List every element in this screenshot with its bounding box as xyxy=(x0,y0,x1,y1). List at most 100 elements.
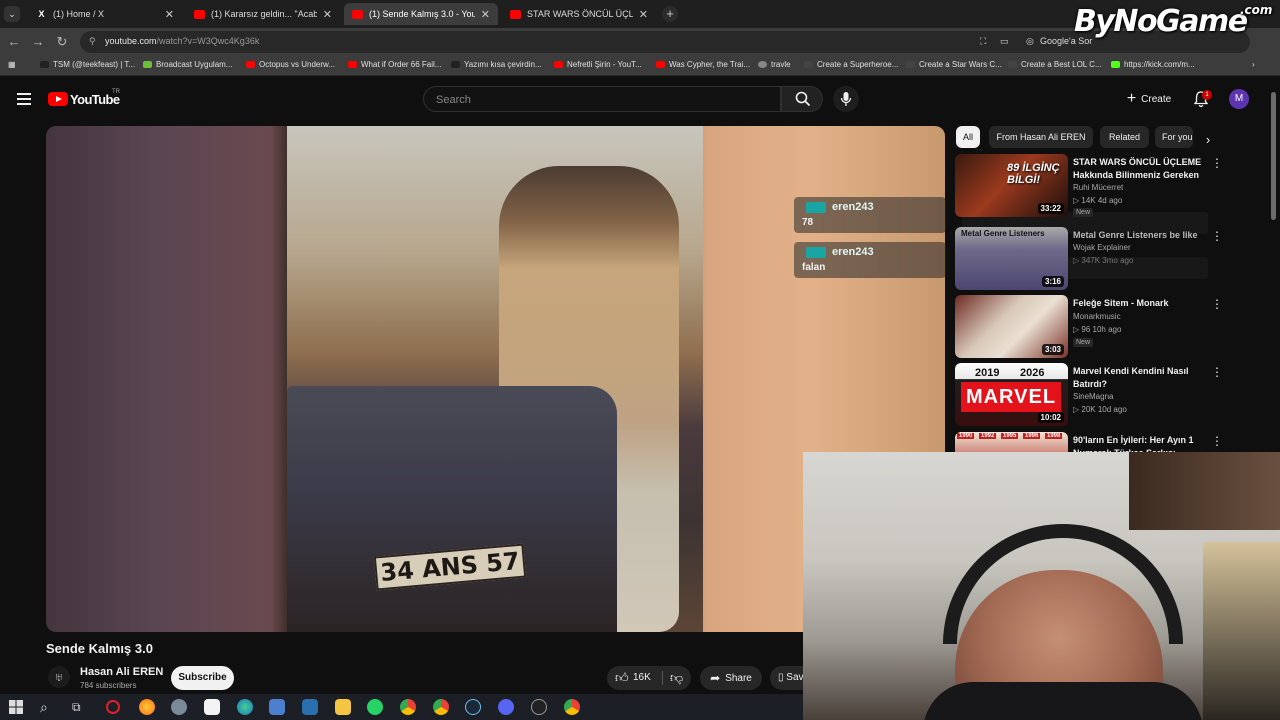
webcam-streamer-shirt xyxy=(923,682,1203,720)
task-view-icon[interactable]: ⧉ xyxy=(72,699,88,715)
video-frame-photo: 34 ANS 57 xyxy=(287,126,703,632)
chip-related[interactable]: Related xyxy=(1100,126,1149,148)
chip-all[interactable]: All xyxy=(956,126,981,148)
video-thumbnail[interactable]: Metal Genre Listeners 3:16 xyxy=(955,227,1068,290)
bookmark-item[interactable]: Nefretli Şirin - YouT... xyxy=(554,60,642,69)
browser-tab-star-wars[interactable]: STAR WARS ÖNCÜL ÜÇLEME H ✕ xyxy=(502,3,656,25)
bookmark-label: What if Order 66 Fail... xyxy=(361,60,442,69)
recommendation-item[interactable]: 2019 2026 MARVEL 10:02 Marvel Kendi Kend… xyxy=(955,363,1225,427)
search-button[interactable] xyxy=(781,86,823,112)
recommendation-title[interactable]: Metal Genre Listeners be like xyxy=(1073,229,1209,242)
taskbar-search-icon[interactable]: ⌕ xyxy=(40,699,56,715)
bookmark-item[interactable]: https://kick.com/m... xyxy=(1111,60,1195,69)
like-count[interactable]: 16K xyxy=(633,672,651,683)
recommendation-item[interactable]: 89 İLGİNÇ BİLGİ! 33:22 STAR WARS ÖNCÜL Ü… xyxy=(955,154,1225,218)
recommendation-item[interactable]: 1990 1992 1995 1996 1998 90'ların En İyi… xyxy=(955,432,1225,452)
voice-search-button[interactable] xyxy=(833,86,859,112)
edge-icon[interactable] xyxy=(237,699,253,715)
opera-icon[interactable] xyxy=(106,700,120,714)
share-button[interactable]: ➦ Share xyxy=(700,666,762,690)
recommendation-title[interactable]: STAR WARS ÖNCÜL ÜÇLEME Hakkında Bilinmen… xyxy=(1073,156,1209,183)
more-options-icon[interactable]: ⋮ xyxy=(1211,434,1223,448)
tab-title: (1) Kararsız geldin... "Acaba ne y xyxy=(211,9,317,19)
more-options-icon[interactable]: ⋮ xyxy=(1211,156,1223,170)
menu-icon[interactable] xyxy=(17,93,31,108)
chrome-icon[interactable] xyxy=(400,699,416,715)
tab-close-icon[interactable]: ✕ xyxy=(165,8,174,21)
thumbs-down-icon[interactable]: 👎︎ xyxy=(670,670,683,686)
more-options-icon[interactable]: ⋮ xyxy=(1211,229,1223,243)
video-thumbnail[interactable]: 89 İLGİNÇ BİLGİ! 33:22 xyxy=(955,154,1068,217)
video-thumbnail[interactable]: 3:03 xyxy=(955,295,1068,358)
chrome-icon[interactable] xyxy=(433,699,449,715)
browser-tab-sende-kalmis[interactable]: (1) Sende Kalmış 3.0 - YouTube ✕ xyxy=(344,3,498,25)
reload-icon[interactable]: ↻ xyxy=(54,34,70,50)
browser-tab-kararsiz[interactable]: (1) Kararsız geldin... "Acaba ne y ✕ xyxy=(186,3,340,25)
file-explorer-icon[interactable] xyxy=(335,699,351,715)
bookmark-item[interactable]: Yazımı kısa çevirdin... xyxy=(451,60,542,69)
bookmark-item[interactable]: Create a Star Wars C... xyxy=(906,60,1002,69)
bookmark-label: Create a Best LOL C... xyxy=(1021,60,1102,69)
more-options-icon[interactable]: ⋮ xyxy=(1211,365,1223,379)
site-info-icon[interactable]: ⚲ xyxy=(89,36,96,47)
channel-name[interactable]: Hasan Ali EREN xyxy=(80,666,163,678)
firefox-icon[interactable] xyxy=(139,699,155,715)
browser-tab-x[interactable]: X (1) Home / X ✕ xyxy=(28,3,182,25)
app-icon[interactable] xyxy=(269,699,285,715)
page-scrollbar[interactable] xyxy=(1271,92,1276,220)
tab-close-icon[interactable]: ✕ xyxy=(481,8,490,21)
microsoft-store-icon[interactable] xyxy=(204,699,220,715)
chip-for-you[interactable]: For you xyxy=(1155,126,1193,148)
notification-count-badge: 1 xyxy=(1202,90,1212,100)
bookmark-item[interactable]: TSM (@teekfeast) | T... xyxy=(40,60,135,69)
channel-avatar[interactable]: ♅ xyxy=(48,666,70,688)
apps-grid-icon[interactable]: ▦ xyxy=(8,60,16,69)
youtube-logo-icon[interactable] xyxy=(48,92,68,106)
bookmark-item[interactable]: What if Order 66 Fail... xyxy=(348,60,441,69)
like-divider xyxy=(662,671,663,685)
bookmark-item[interactable]: Create a Best LOL C... xyxy=(1008,60,1102,69)
forward-arrow-icon[interactable]: → xyxy=(30,34,46,49)
recommendation-item[interactable]: 3:03 Feleğe Sitem - Monark Monarkmusic ▷… xyxy=(955,295,1225,359)
more-options-icon[interactable]: ⋮ xyxy=(1211,297,1223,311)
tab-search-menu-button[interactable]: ⌄ xyxy=(4,6,20,22)
discord-icon[interactable] xyxy=(498,699,514,715)
thumbs-up-icon[interactable]: 👍︎ xyxy=(615,670,629,686)
chevron-right-icon[interactable]: › xyxy=(1198,132,1218,148)
bookmarks-overflow-icon[interactable]: › xyxy=(1252,60,1255,69)
bookmark-item[interactable]: Broadcast Uygulam... xyxy=(143,60,232,69)
recommendation-item[interactable]: Metal Genre Listeners 3:16 Metal Genre L… xyxy=(955,227,1225,291)
tab-title: STAR WARS ÖNCÜL ÜÇLEME H xyxy=(527,9,633,19)
steam-icon[interactable] xyxy=(465,699,481,715)
bookmark-item[interactable]: Octopus vs Underw... xyxy=(246,60,335,69)
whatsapp-icon[interactable] xyxy=(367,699,383,715)
thumbnail-year: 1990 xyxy=(957,433,975,439)
windows-start-icon[interactable] xyxy=(8,699,24,715)
obs-icon[interactable] xyxy=(531,699,547,715)
chip-from-channel[interactable]: From Hasan Ali EREN xyxy=(989,126,1093,148)
app-icon[interactable] xyxy=(171,699,187,715)
search-input[interactable]: Search xyxy=(423,86,781,112)
bookmark-item[interactable]: Was Cypher, the Trai... xyxy=(656,60,750,69)
tab-close-icon[interactable]: ✕ xyxy=(323,8,332,21)
tab-close-icon[interactable]: ✕ xyxy=(639,8,648,21)
recommendation-title[interactable]: Feleğe Sitem - Monark xyxy=(1073,297,1209,310)
video-thumbnail[interactable]: 1990 1992 1995 1996 1998 xyxy=(955,432,1068,452)
chat-text: 78 xyxy=(802,217,814,228)
account-avatar[interactable]: M xyxy=(1229,89,1249,109)
recommendation-title[interactable]: 90'ların En İyileri: Her Ayın 1 Numaralı… xyxy=(1073,434,1209,452)
bookmark-item[interactable]: Create a Superheroe... xyxy=(804,60,898,69)
chrome-icon[interactable] xyxy=(564,699,580,715)
cast-icon[interactable]: ▭ xyxy=(1000,36,1009,47)
view-count: 96 xyxy=(1081,325,1091,334)
new-tab-button[interactable]: + xyxy=(662,6,678,22)
bookmark-item[interactable]: travle xyxy=(758,60,791,69)
google-lens-icon[interactable]: ◎ xyxy=(1026,36,1034,47)
app-icon[interactable] xyxy=(302,699,318,715)
back-arrow-icon[interactable]: ← xyxy=(6,34,22,49)
create-button[interactable]: + Create xyxy=(1117,88,1181,110)
video-thumbnail[interactable]: 2019 2026 MARVEL 10:02 xyxy=(955,363,1068,426)
translate-icon[interactable]: ⛶ xyxy=(980,36,986,47)
recommendation-title[interactable]: Marvel Kendi Kendini Nasıl Batırdı? xyxy=(1073,365,1209,391)
subscribe-button[interactable]: Subscribe xyxy=(171,666,234,690)
